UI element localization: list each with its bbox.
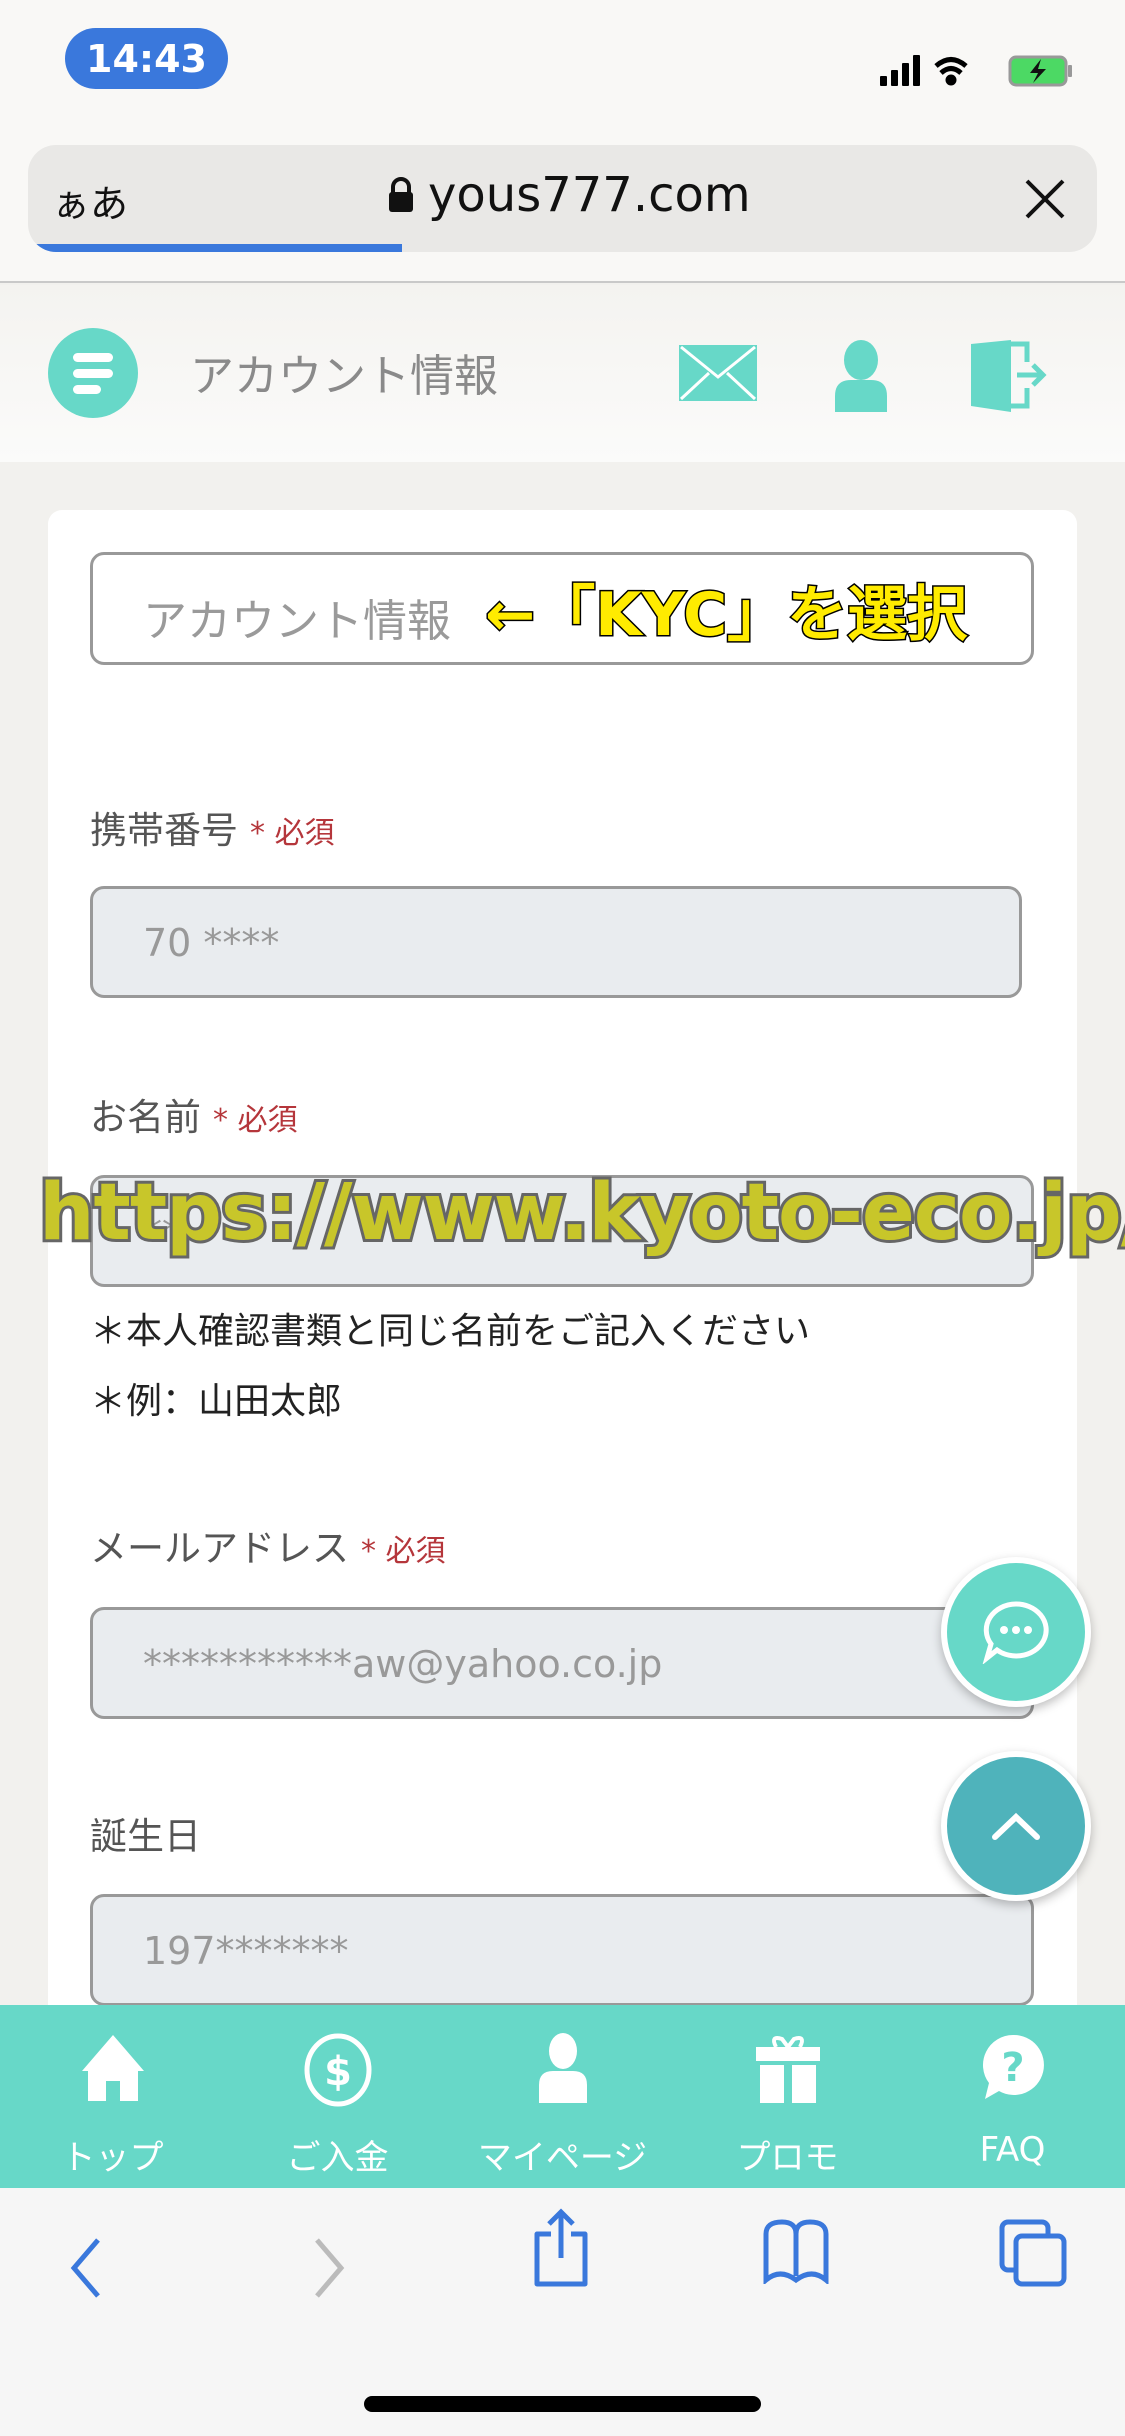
- scroll-top-button[interactable]: [941, 1751, 1091, 1901]
- user-icon[interactable]: [831, 340, 891, 412]
- address-bar[interactable]: ぁあ yous777.com: [28, 145, 1097, 252]
- nav-deposit[interactable]: $ ご入金: [225, 2005, 450, 2188]
- required-badge: * 必須: [250, 816, 335, 851]
- page-title: アカウント情報: [190, 351, 498, 402]
- tabs-icon[interactable]: [998, 2218, 1070, 2288]
- nav-mypage[interactable]: マイページ: [450, 2005, 675, 2188]
- question-icon: ?: [982, 2034, 1044, 2099]
- required-badge: * 必須: [213, 1103, 298, 1138]
- required-badge: * 必須: [361, 1534, 446, 1569]
- load-progress-bar: [28, 244, 403, 252]
- home-indicator: [364, 2396, 761, 2412]
- watermark: https://www.kyoto-eco.jp/: [36, 1165, 1125, 1261]
- name-label: お名前 * 必須: [90, 1096, 298, 1139]
- user-icon: [538, 2033, 587, 2103]
- email-field[interactable]: ***********aw@yahoo.co.jp: [90, 1607, 1034, 1719]
- mail-icon[interactable]: [679, 345, 757, 401]
- status-time: 14:43: [65, 28, 228, 89]
- birthday-value: 197*******: [143, 1929, 349, 1973]
- url-display[interactable]: yous777.com: [388, 167, 751, 223]
- reader-options-button[interactable]: ぁあ: [52, 173, 128, 228]
- svg-text:$: $: [324, 2049, 352, 2095]
- email-value: ***********aw@yahoo.co.jp: [143, 1642, 663, 1686]
- bookmarks-icon[interactable]: [760, 2218, 832, 2284]
- phone-field[interactable]: 70 ****: [90, 886, 1022, 998]
- share-icon[interactable]: [531, 2208, 591, 2288]
- site-header: [0, 285, 1125, 462]
- bottom-nav: トップ $ ご入金 マイページ プロモ ? FAQ: [0, 2005, 1125, 2188]
- chevron-up-icon: [992, 1812, 1040, 1840]
- menu-icon: [73, 352, 113, 362]
- battery-icon: [1008, 55, 1072, 87]
- forward-icon[interactable]: [311, 2236, 347, 2300]
- name-example: ＊例：山田太郎: [90, 1381, 343, 1422]
- phone-value: 70 ****: [143, 921, 280, 965]
- nav-top[interactable]: トップ: [0, 2005, 225, 2188]
- logout-icon[interactable]: [971, 340, 1047, 412]
- section-select-value: アカウント情報: [143, 596, 451, 647]
- dollar-icon: $: [304, 2033, 371, 2107]
- wifi-icon: [934, 57, 968, 86]
- svg-text:?: ?: [1001, 2045, 1024, 2091]
- menu-button[interactable]: [48, 328, 138, 418]
- close-icon[interactable]: [1023, 177, 1067, 221]
- phone-label: 携帯番号 * 必須: [90, 809, 335, 852]
- nav-faq[interactable]: ? FAQ: [900, 2005, 1125, 2188]
- kyc-annotation: ←「KYC」を選択: [483, 579, 968, 652]
- back-icon[interactable]: [68, 2236, 104, 2300]
- birthday-label: 誕生日: [90, 1815, 201, 1858]
- home-icon: [81, 2035, 144, 2101]
- nav-promo[interactable]: プロモ: [675, 2005, 900, 2188]
- gift-icon: [755, 2036, 820, 2103]
- chat-icon: [982, 1601, 1049, 1664]
- birthday-field[interactable]: 197*******: [90, 1894, 1034, 2006]
- signal-icon: [880, 55, 920, 86]
- lock-icon: [389, 177, 413, 212]
- status-icons: [880, 55, 1072, 87]
- chat-button[interactable]: [941, 1557, 1091, 1707]
- url-text: yous777.com: [428, 167, 751, 223]
- email-label: メールアドレス * 必須: [90, 1527, 446, 1570]
- name-note: ＊本人確認書類と同じ名前をご記入ください: [90, 1311, 811, 1352]
